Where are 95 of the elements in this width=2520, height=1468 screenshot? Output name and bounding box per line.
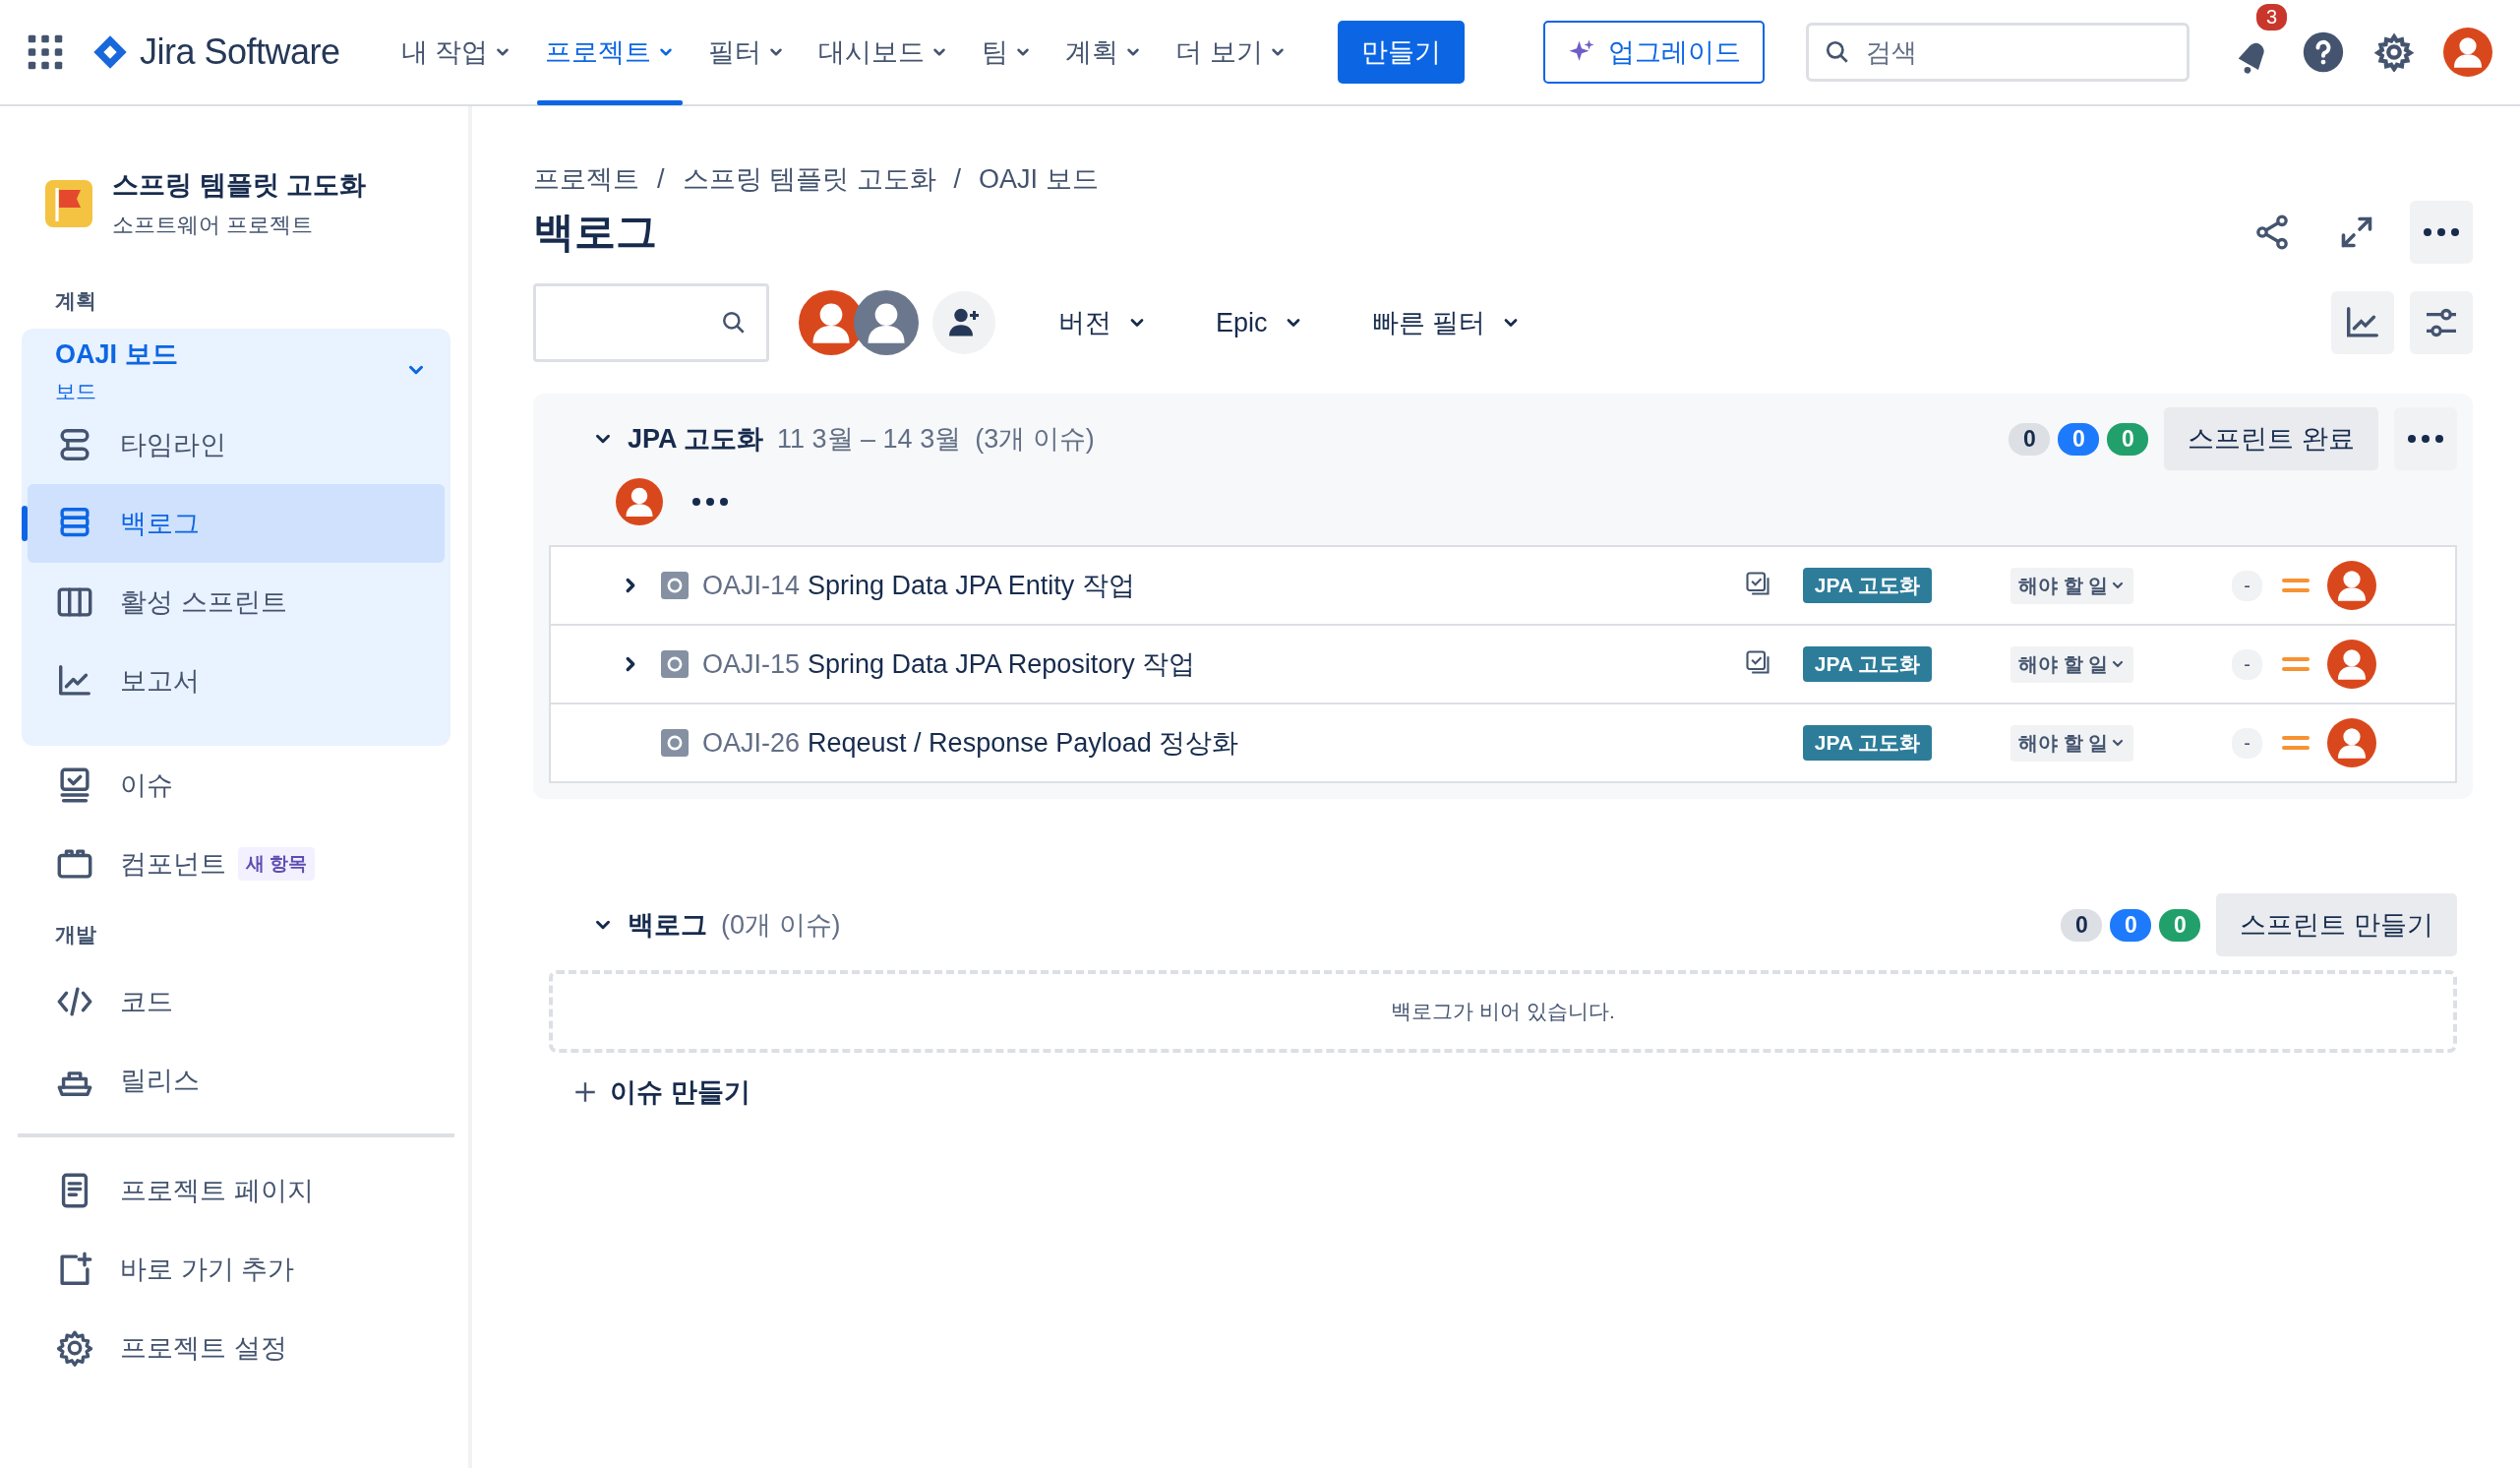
issue-type-icon bbox=[661, 729, 689, 757]
create-issue-button[interactable]: 이슈 만들기 bbox=[565, 1067, 758, 1118]
section-heading: 개발 bbox=[54, 922, 97, 948]
issue-count: (3개 이슈) bbox=[975, 423, 1095, 456]
issue-count-badge: 0 bbox=[2009, 422, 2051, 456]
filter-dropdown[interactable]: 버전 bbox=[1052, 304, 1153, 341]
nav-menu[interactable]: 내 작업 bbox=[389, 0, 524, 105]
sidebar-item[interactable]: 활성 스프린트 bbox=[28, 563, 445, 642]
backlog-title: 백로그 bbox=[628, 909, 707, 942]
avatar-icon bbox=[2443, 28, 2492, 77]
issue-key[interactable]: OAJI-26 bbox=[702, 727, 801, 759]
settings-icon bbox=[55, 1328, 94, 1368]
status-dropdown[interactable]: 해야 할 일 bbox=[2010, 567, 2134, 604]
breadcrumb-separator: / bbox=[953, 163, 962, 195]
nav-menu[interactable]: 더 보기 bbox=[1164, 0, 1298, 105]
breadcrumb-link[interactable]: 스프링 템플릿 고도화 bbox=[682, 161, 936, 197]
notification-badge: 3 bbox=[2254, 2, 2290, 32]
issue-summary: Spring Data JPA Entity 작업 bbox=[808, 570, 1135, 602]
estimate: - bbox=[2232, 570, 2262, 601]
issue-count-badge: 0 bbox=[2159, 908, 2201, 942]
subtasks-icon bbox=[1743, 570, 1771, 597]
sprint-name: JPA 고도화 bbox=[628, 423, 764, 456]
issue-count-badge: 0 bbox=[2107, 422, 2149, 456]
issue-count-badge: 0 bbox=[2061, 908, 2103, 942]
sliders-icon[interactable] bbox=[2410, 291, 2473, 354]
avatar-icon bbox=[2327, 718, 2376, 767]
priority-icon bbox=[2282, 654, 2310, 674]
sidebar-item[interactable]: 이슈 bbox=[22, 746, 450, 825]
board-selector[interactable]: OAJI 보드 보드 bbox=[22, 336, 450, 405]
help-icon[interactable] bbox=[2302, 31, 2345, 74]
issue-key[interactable]: OAJI-14 bbox=[702, 570, 801, 601]
breadcrumb-link[interactable]: OAJI 보드 bbox=[979, 161, 1099, 197]
subtasks-icon bbox=[1743, 648, 1771, 676]
filter-dropdown[interactable]: 빠른 필터 bbox=[1365, 304, 1528, 341]
flag-icon bbox=[45, 180, 92, 227]
avatar-icon bbox=[854, 290, 919, 355]
epic-tag: JPA 고도화 bbox=[1802, 568, 1933, 603]
page-title: 백로그 bbox=[533, 208, 657, 257]
section-heading: 계획 bbox=[54, 288, 97, 314]
settings-icon[interactable] bbox=[2374, 32, 2414, 72]
new-tag: 새 항목 bbox=[238, 847, 316, 881]
filter-dropdown[interactable]: Epic bbox=[1210, 306, 1309, 339]
issue-count-badge: 0 bbox=[2110, 908, 2152, 942]
plus-icon bbox=[572, 1079, 598, 1105]
estimate: - bbox=[2232, 648, 2262, 680]
priority-icon bbox=[2282, 576, 2310, 595]
sidebar-item[interactable]: 바로 가기 추가 bbox=[22, 1230, 450, 1309]
issue-count-badge: 0 bbox=[2058, 422, 2100, 456]
status-dropdown[interactable]: 해야 할 일 bbox=[2010, 724, 2134, 762]
sidebar-item[interactable]: 컴포넌트 새 항목 bbox=[22, 825, 450, 903]
estimate: - bbox=[2232, 727, 2262, 759]
issue-summary: Spring Data JPA Repository 작업 bbox=[808, 648, 1196, 681]
nav-menu[interactable]: 필터 bbox=[696, 0, 798, 105]
project-type: 소프트웨어 프로젝트 bbox=[112, 212, 315, 239]
upgrade-button[interactable]: 업그레이드 bbox=[1542, 21, 1765, 84]
sprint-dates: 11 3월 – 14 3월 bbox=[777, 423, 962, 456]
more-icon[interactable] bbox=[2394, 407, 2457, 470]
epic-tag: JPA 고도화 bbox=[1802, 725, 1933, 761]
priority-icon bbox=[2282, 733, 2310, 753]
avatar-icon bbox=[2327, 561, 2376, 610]
issue-summary: Reqeust / Response Payload 정상화 bbox=[808, 727, 1239, 760]
sidebar-item[interactable]: 타임라인 bbox=[28, 405, 445, 484]
issue-key[interactable]: OAJI-15 bbox=[702, 648, 801, 680]
issue-type-icon bbox=[661, 572, 689, 599]
project-name: 스프링 템플릿 고도화 bbox=[112, 169, 366, 202]
epic-tag: JPA 고도화 bbox=[1802, 646, 1933, 682]
sidebar-item[interactable]: 릴리스 bbox=[22, 1041, 450, 1120]
nav-menu[interactable]: 계획 bbox=[1053, 0, 1155, 105]
search-field[interactable]: 검색 bbox=[1805, 23, 2190, 82]
nav-menu[interactable]: 팀 bbox=[970, 0, 1045, 105]
avatar-icon bbox=[2327, 640, 2376, 689]
status-dropdown[interactable]: 해야 할 일 bbox=[2010, 645, 2134, 683]
product-name[interactable]: Jira Software bbox=[140, 31, 340, 73]
search-icon bbox=[1824, 39, 1850, 65]
breadcrumb-link[interactable]: 프로젝트 bbox=[533, 161, 639, 197]
more-icon[interactable] bbox=[690, 496, 730, 508]
create-sprint-button[interactable]: 스프린트 만들기 bbox=[2216, 893, 2457, 956]
breadcrumb-separator: / bbox=[657, 163, 665, 195]
create-button[interactable]: 만들기 bbox=[1337, 21, 1465, 84]
empty-message: 백로그가 비어 있습니다. bbox=[1391, 999, 1615, 1024]
sidebar-item[interactable]: 프로젝트 페이지 bbox=[22, 1151, 450, 1230]
issue-count: (0개 이슈) bbox=[721, 909, 841, 942]
nav-menu[interactable]: 대시보드 bbox=[807, 0, 961, 105]
issue-type-icon bbox=[661, 650, 689, 678]
more-icon[interactable] bbox=[2410, 201, 2473, 264]
search-icon bbox=[721, 310, 747, 336]
complete-sprint-button[interactable]: 스프린트 완료 bbox=[2164, 407, 2378, 470]
avatar-icon bbox=[616, 478, 663, 525]
search-field[interactable] bbox=[533, 283, 769, 362]
nav-menu[interactable]: 프로젝트 bbox=[533, 0, 688, 105]
chart-icon[interactable] bbox=[2331, 291, 2394, 354]
sidebar-item[interactable]: 보고서 bbox=[28, 642, 445, 720]
app-switcher-icon[interactable] bbox=[28, 34, 63, 70]
sidebar-item[interactable]: 프로젝트 설정 bbox=[22, 1309, 450, 1387]
sidebar-item[interactable]: 코드 bbox=[22, 962, 450, 1041]
